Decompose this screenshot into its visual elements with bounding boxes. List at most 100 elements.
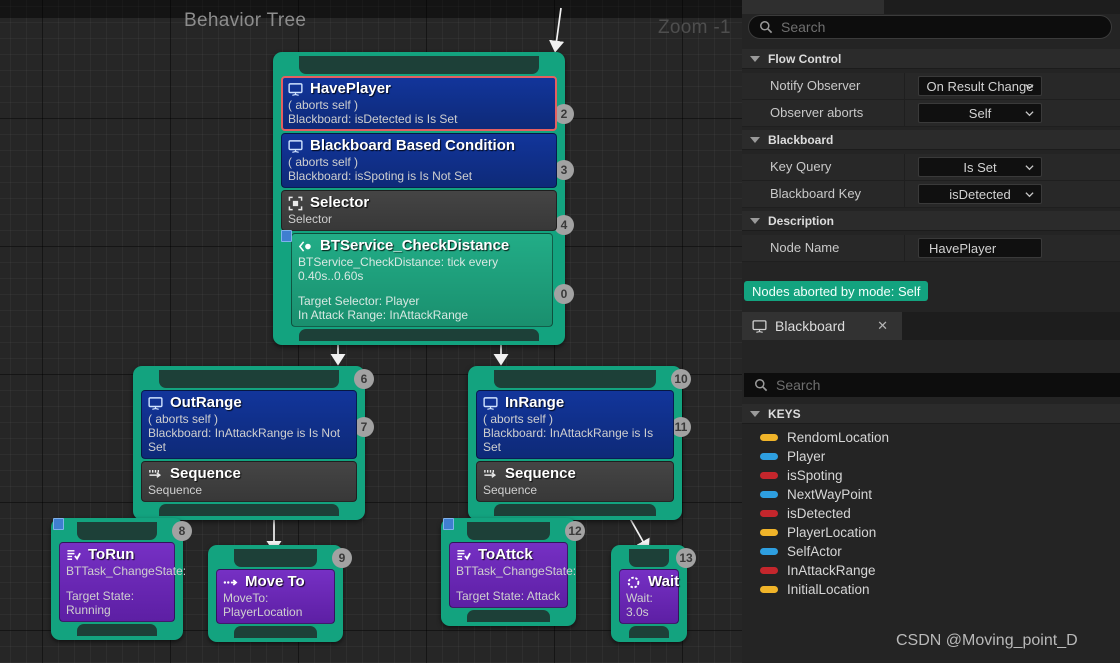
details-search-input[interactable]: Search	[748, 15, 1112, 39]
node-input-pin[interactable]	[77, 522, 157, 540]
blackboard-keys-section-header[interactable]: KEYS	[742, 404, 1120, 424]
node-index-badge: 9	[332, 548, 352, 568]
key-type-chip	[760, 453, 778, 460]
node-moveto[interactable]: 9 Move To MoveTo: PlayerLocation	[208, 545, 352, 642]
service-line: In Attack Range: InAttackRange	[298, 308, 469, 322]
node-input-pin[interactable]	[629, 549, 669, 567]
chevron-down-icon[interactable]	[750, 410, 760, 417]
node-wait[interactable]: 13 Wait Wait: 3.0s	[611, 545, 696, 642]
selector-icon	[288, 196, 303, 210]
property-row-notify-observer[interactable]: Notify Observer On Result Change	[742, 73, 1120, 100]
property-row-node-name[interactable]: Node Name HavePlayer	[742, 235, 1120, 262]
task-wait[interactable]: Wait Wait: 3.0s	[619, 569, 679, 624]
category-description[interactable]: Description	[742, 211, 1120, 231]
composite-sequence[interactable]: Sequence Sequence	[476, 461, 674, 502]
decorator-outrange[interactable]: OutRange ( aborts self ) Blackboard: InA…	[141, 390, 357, 459]
decorator-have-player[interactable]: HavePlayer ( aborts self ) Blackboard: i…	[281, 76, 557, 131]
node-input-pin[interactable]	[234, 549, 317, 567]
node-inrange[interactable]: 10 11 InRange ( aborts self ) Blackboard…	[468, 366, 691, 520]
service-title-row: BTService_CheckDistance	[298, 237, 546, 255]
blackboard-search-input[interactable]: Search	[744, 373, 1120, 397]
task-line-gap	[456, 578, 561, 589]
decorator-inrange[interactable]: InRange ( aborts self ) Blackboard: InAt…	[476, 390, 674, 459]
chevron-down-icon[interactable]	[750, 136, 760, 143]
task-line: BTTask_ChangeState:	[456, 564, 577, 578]
node-input-pin[interactable]	[467, 522, 550, 540]
blackboard-icon	[752, 319, 767, 333]
decorator-line: Blackboard: isSpoting is Is Not Set	[288, 169, 473, 183]
composite-title-row: Sequence	[483, 465, 667, 483]
key-query-dropdown[interactable]: Is Set	[918, 157, 1042, 177]
category-blackboard[interactable]: Blackboard	[742, 130, 1120, 150]
task-torun[interactable]: ToRun BTTask_ChangeState: Target State: …	[53, 518, 186, 622]
composite-title: Selector	[310, 194, 370, 211]
blackboard-key-row[interactable]: SelfActor	[760, 542, 842, 561]
composite-sequence[interactable]: Sequence Sequence	[141, 461, 357, 502]
category-flow-control[interactable]: Flow Control	[742, 49, 1120, 69]
task-line: Target State: Attack	[456, 589, 561, 603]
service-check-distance[interactable]: BTService_CheckDistance BTService_CheckD…	[281, 230, 553, 327]
breakpoint-icon[interactable]	[443, 518, 454, 530]
decorator-blackboard-based-condition[interactable]: Blackboard Based Condition ( aborts self…	[281, 133, 557, 188]
node-output-pin[interactable]	[299, 329, 539, 341]
blackboard-key-row[interactable]: RendomLocation	[760, 428, 889, 447]
node-outrange[interactable]: 6 7 OutRange ( aborts self ) Blackboard:…	[133, 366, 374, 520]
node-index-badge: 7	[354, 417, 374, 437]
property-row-blackboard-key[interactable]: Blackboard Key isDetected	[742, 181, 1120, 208]
blackboard-key-row[interactable]: isSpoting	[760, 466, 843, 485]
node-output-pin[interactable]	[467, 610, 550, 622]
details-tab[interactable]	[742, 0, 884, 14]
blackboard-key-row[interactable]: InitialLocation	[760, 580, 870, 599]
chevron-down-icon[interactable]	[750, 55, 760, 62]
node-output-pin[interactable]	[234, 626, 317, 638]
property-divider	[904, 154, 905, 180]
decorator-line: ( aborts self )	[148, 412, 219, 426]
tab-blackboard[interactable]: Blackboard ✕	[742, 312, 902, 340]
node-output-pin[interactable]	[494, 504, 656, 516]
tabstrip-filler	[884, 0, 1120, 14]
node-root-selector[interactable]: 2 3 4 0 HavePlayer ( aborts self ) Black…	[273, 52, 574, 345]
task-moveto[interactable]: Move To MoveTo: PlayerLocation	[216, 569, 335, 624]
task-toattck[interactable]: ToAttck BTTask_ChangeState: Target State…	[443, 518, 577, 608]
observer-aborts-dropdown[interactable]: Self	[918, 103, 1042, 123]
composite-selector[interactable]: Selector Selector	[281, 190, 557, 231]
key-type-chip	[760, 529, 778, 536]
key-type-chip	[760, 586, 778, 593]
decorator-title: HavePlayer	[310, 80, 391, 97]
sequence-icon	[484, 469, 497, 478]
node-output-pin[interactable]	[77, 624, 157, 636]
composite-title: Sequence	[505, 465, 576, 482]
chevron-down-icon[interactable]	[750, 217, 760, 224]
node-output-pin[interactable]	[629, 626, 669, 638]
graph-canvas[interactable]: Behavior Tree Zoom -1 2 3 4 0 HavePlayer…	[0, 0, 742, 663]
blackboard-key-row[interactable]: InAttackRange	[760, 561, 876, 580]
close-icon[interactable]: ✕	[877, 318, 888, 334]
node-input-pin[interactable]	[299, 56, 539, 74]
property-label: Blackboard Key	[770, 186, 862, 201]
dropdown-value: Is Set	[963, 159, 997, 175]
node-torun[interactable]: 8 ToRun BTTask_ChangeState: Target State…	[51, 518, 192, 640]
node-index-badge: 13	[676, 548, 696, 568]
node-index-badge: 3	[554, 160, 574, 180]
node-toattck[interactable]: 12 ToAttck BTTask_ChangeState: Target St…	[441, 518, 585, 626]
node-input-pin[interactable]	[494, 370, 656, 388]
key-name: isSpoting	[787, 468, 843, 483]
key-type-chip	[760, 567, 778, 574]
blackboard-key-row[interactable]: PlayerLocation	[760, 523, 876, 542]
dropdown-value: On Result Change	[926, 78, 1034, 94]
blackboard-key-row[interactable]: NextWayPoint	[760, 485, 872, 504]
node-output-pin[interactable]	[159, 504, 339, 516]
key-name: NextWayPoint	[787, 487, 873, 502]
blackboard-key-row[interactable]: Player	[760, 447, 825, 466]
notify-observer-dropdown[interactable]: On Result Change	[918, 76, 1042, 96]
sequence-icon	[149, 469, 162, 478]
blackboard-key-dropdown[interactable]: isDetected	[918, 184, 1042, 204]
property-row-key-query[interactable]: Key Query Is Set	[742, 154, 1120, 181]
blackboard-key-row[interactable]: isDetected	[760, 504, 851, 523]
breakpoint-icon[interactable]	[281, 230, 292, 242]
details-search-placeholder: Search	[781, 19, 826, 35]
property-row-observer-aborts[interactable]: Observer aborts Self	[742, 100, 1120, 127]
breakpoint-icon[interactable]	[53, 518, 64, 530]
node-input-pin[interactable]	[159, 370, 339, 388]
node-name-input[interactable]: HavePlayer	[918, 238, 1042, 258]
